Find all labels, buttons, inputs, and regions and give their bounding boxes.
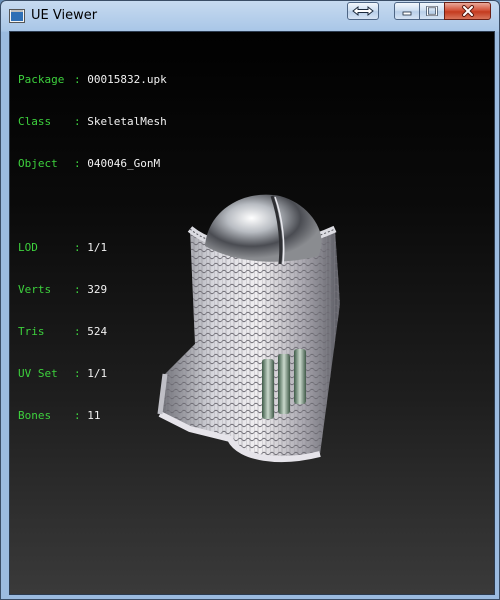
close-button[interactable] — [444, 2, 491, 20]
mesh-info-overlay: Package: 00015832.upk Class: SkeletalMes… — [18, 45, 167, 451]
minimize-icon — [402, 11, 412, 16]
maximize-icon — [426, 6, 438, 16]
info-row-verts: Verts: 329 — [18, 283, 108, 296]
minimize-button[interactable] — [394, 2, 420, 20]
app-window: UE Viewer Package: 00015832.upk Class: … — [0, 0, 500, 600]
info-row-uv-set: UV Set: 1/1 — [18, 367, 108, 380]
info-row-lod: LOD: 1/1 — [18, 241, 108, 254]
window-title: UE Viewer — [31, 8, 98, 23]
swap-arrows-icon — [352, 5, 374, 17]
info-row-tris: Tris: 524 — [18, 325, 108, 338]
swap-button[interactable] — [347, 2, 379, 20]
info-row-class: Class: SkeletalMesh — [18, 115, 167, 128]
maximize-button[interactable] — [419, 2, 445, 20]
info-row-bones: Bones: 11 — [18, 409, 101, 422]
3d-viewport[interactable]: Package: 00015832.upk Class: SkeletalMes… — [9, 31, 495, 595]
close-icon — [461, 5, 474, 17]
ue-viewer-icon — [9, 9, 25, 23]
skeletal-mesh-model[interactable] — [150, 184, 350, 464]
info-row-package: Package: 00015832.upk — [18, 73, 167, 86]
title-bar[interactable]: UE Viewer — [1, 1, 499, 31]
info-row-object: Object: 040046_GonM — [18, 157, 161, 170]
